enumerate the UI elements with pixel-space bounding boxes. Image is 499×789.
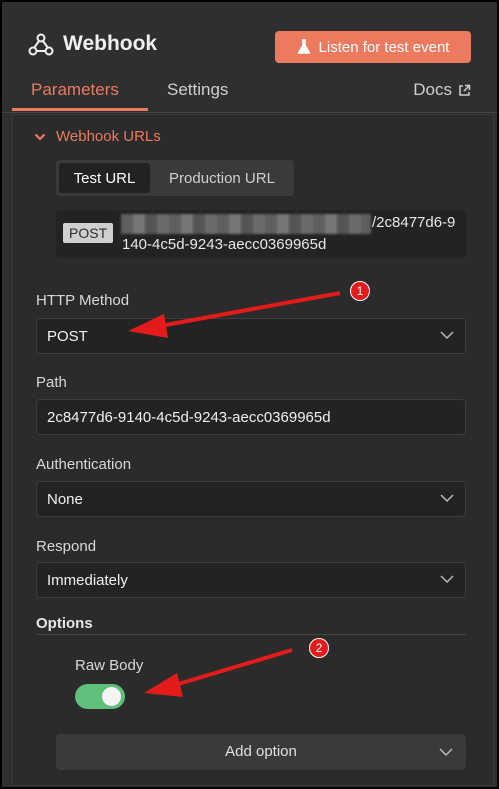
tab-parameters[interactable]: Parameters — [31, 80, 119, 100]
chevron-down-icon — [34, 133, 46, 141]
listen-for-test-event-button[interactable]: Listen for test event — [275, 31, 471, 63]
webhook-url-display[interactable]: POST /2c8477d6-9 140-4c5d-9243-aecc03699… — [56, 210, 466, 258]
tab-bar: Parameters Settings Docs — [2, 72, 497, 113]
toggle-knob — [102, 687, 121, 706]
url-text-line2: 140-4c5d-9243-aecc0369965d — [122, 236, 327, 253]
url-text-line1: /2c8477d6-9 — [372, 214, 456, 231]
http-method-value: POST — [47, 328, 88, 345]
http-method-label: HTTP Method — [36, 292, 130, 309]
authentication-value: None — [47, 491, 83, 508]
add-option-button[interactable]: Add option — [56, 734, 466, 770]
chevron-down-icon — [440, 575, 454, 584]
method-badge: POST — [63, 223, 114, 243]
chevron-down-icon — [440, 494, 454, 503]
raw-body-toggle[interactable] — [75, 684, 125, 709]
webhook-urls-label: Webhook URLs — [56, 128, 161, 145]
respond-label: Respond — [36, 538, 97, 555]
add-option-label: Add option — [225, 743, 297, 760]
chevron-down-icon — [440, 331, 454, 340]
docs-link[interactable]: Docs — [413, 80, 471, 100]
options-heading: Options — [36, 615, 93, 632]
redacted-url-host — [121, 214, 371, 234]
options-divider — [36, 634, 466, 635]
external-link-icon — [459, 84, 471, 96]
node-title: Webhook — [63, 32, 158, 55]
path-label: Path — [36, 374, 67, 391]
authentication-label: Authentication — [36, 456, 132, 473]
authentication-select[interactable]: None — [36, 481, 466, 517]
screenshot-frame: Webhook Listen for test event Parameters… — [0, 0, 499, 789]
active-tab-indicator — [12, 108, 148, 111]
path-value: 2c8477d6-9140-4c5d-9243-aecc0369965d — [47, 409, 331, 426]
test-url-tab[interactable]: Test URL — [59, 163, 150, 193]
webhook-urls-toggle[interactable]: Webhook URLs — [34, 128, 161, 145]
path-input[interactable]: 2c8477d6-9140-4c5d-9243-aecc0369965d — [36, 399, 466, 435]
production-url-tab[interactable]: Production URL — [156, 163, 288, 193]
webhook-node-panel: Webhook Listen for test event Parameters… — [2, 2, 497, 787]
respond-value: Immediately — [47, 572, 128, 589]
http-method-select[interactable]: POST — [36, 318, 466, 354]
annotation-marker-1: 1 — [350, 281, 370, 301]
annotation-marker-2: 2 — [309, 638, 329, 658]
webhook-icon — [28, 33, 54, 56]
listen-button-label: Listen for test event — [318, 38, 450, 56]
raw-body-label: Raw Body — [75, 657, 144, 674]
docs-label: Docs — [413, 80, 452, 99]
respond-select[interactable]: Immediately — [36, 562, 466, 598]
flask-icon — [297, 39, 310, 54]
panel-header: Webhook Listen for test event — [2, 2, 497, 72]
chevron-down-icon — [439, 748, 453, 757]
tab-settings[interactable]: Settings — [167, 80, 228, 100]
url-type-switch: Test URL Production URL — [56, 160, 294, 196]
